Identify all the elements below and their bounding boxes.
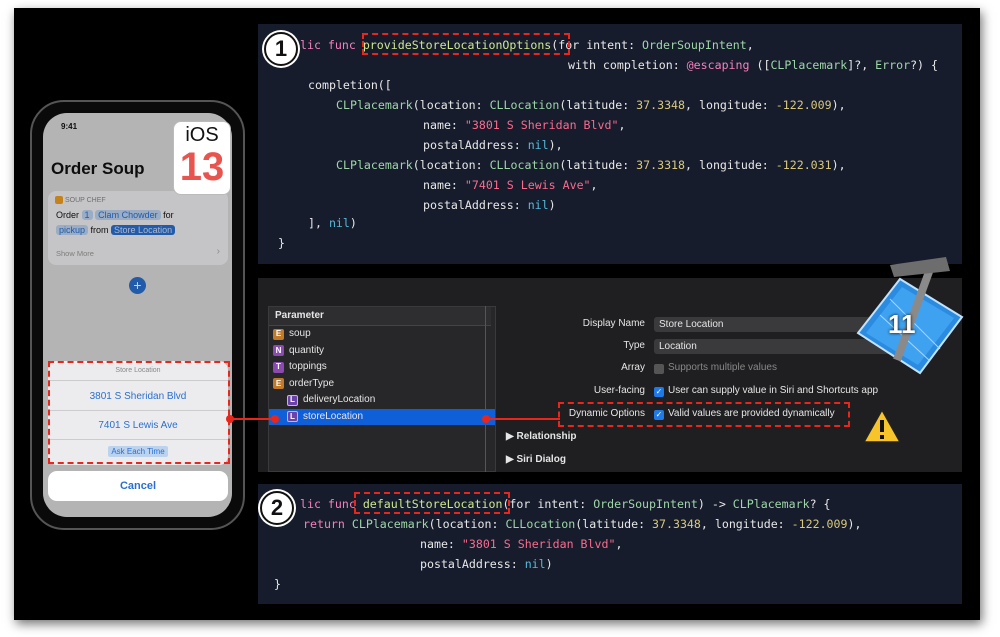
code-line: name: "3801 S Sheridan Blvd",	[423, 118, 626, 132]
code-line: postalAddress: nil)	[420, 557, 553, 571]
connector-dot	[482, 415, 490, 423]
text-icon: T	[273, 361, 284, 373]
connector-dot	[226, 415, 234, 423]
warning-icon	[862, 408, 902, 449]
enum-icon: E	[273, 328, 284, 340]
code-line: postalAddress: nil),	[423, 138, 563, 152]
siri-dialog-section[interactable]: ▶ Siri Dialog	[506, 454, 566, 465]
type-label: Type	[623, 340, 645, 351]
user-facing-value: User can supply value in Siri and Shortc…	[668, 385, 879, 396]
parameter-row-ordertype[interactable]: EorderType	[269, 376, 495, 393]
disclosure-triangle-icon: ▶	[506, 431, 517, 442]
step-badge-2: 2	[260, 491, 294, 525]
code-line: name: "7401 S Lewis Ave",	[423, 178, 598, 192]
display-name-label: Display Name	[582, 318, 645, 329]
parameter-header: Parameter	[269, 307, 491, 326]
cancel-button[interactable]: Cancel	[48, 471, 228, 501]
connector-dot	[271, 415, 279, 423]
parameter-row-storelocation[interactable]: LstoreLocation	[269, 408, 495, 425]
array-label: Array	[621, 362, 645, 373]
ios-13-badge: iOS 13	[173, 121, 231, 195]
parameter-row-soup[interactable]: Esoup	[269, 326, 495, 343]
dynamic-options-highlight	[558, 402, 850, 427]
code-panel-default-location: lic func defaultStoreLocation(for intent…	[258, 484, 962, 604]
ios-version: 13	[179, 145, 225, 189]
divider	[485, 306, 486, 472]
code-line: CLPlacemark(location: CLLocation(latitud…	[336, 158, 846, 172]
parameter-row-deliverylocation[interactable]: LdeliveryLocation	[269, 392, 495, 409]
code-line: }	[274, 577, 281, 591]
disclosure-triangle-icon: ▶	[506, 454, 517, 465]
code-line: ], nil)	[308, 216, 357, 230]
location-icon: L	[287, 394, 298, 406]
connector-line	[486, 418, 560, 420]
step-badge-1: 1	[264, 32, 298, 66]
code-line: completion([	[308, 78, 392, 92]
user-facing-label: User-facing	[593, 385, 645, 396]
array-checkbox[interactable]	[654, 364, 664, 374]
code-line: postalAddress: nil)	[423, 198, 556, 212]
xcode-11-icon: 11	[850, 253, 968, 383]
xcode-version: 11	[888, 309, 916, 339]
user-facing-checkbox[interactable]: ✓	[654, 387, 664, 397]
parameter-row-quantity[interactable]: Nquantity	[269, 343, 495, 360]
function-name-highlight	[362, 33, 570, 55]
parameter-list: Parameter Esoup Nquantity Ttoppings Eord…	[268, 306, 496, 472]
code-line: name: "3801 S Sheridan Blvd",	[420, 537, 623, 551]
code-line: CLPlacemark(location: CLLocation(latitud…	[336, 98, 846, 112]
location-options-highlight	[48, 361, 230, 464]
parameter-row-toppings[interactable]: Ttoppings	[269, 359, 495, 376]
code-line: return CLPlacemark(location: CLLocation(…	[303, 517, 862, 531]
relationship-section[interactable]: ▶ Relationship	[506, 431, 576, 442]
number-icon: N	[273, 345, 284, 357]
location-icon: L	[287, 411, 298, 423]
code-line: with completion: @escaping ([CLPlacemark…	[568, 58, 938, 72]
function-name-highlight	[354, 492, 510, 514]
connector-line	[230, 418, 276, 420]
array-value: Supports multiple values	[668, 362, 777, 373]
enum-icon: E	[273, 378, 284, 390]
code-line: }	[278, 236, 285, 250]
code-panel-provide-options: lic func provideStoreLocationOptions(for…	[258, 24, 962, 264]
